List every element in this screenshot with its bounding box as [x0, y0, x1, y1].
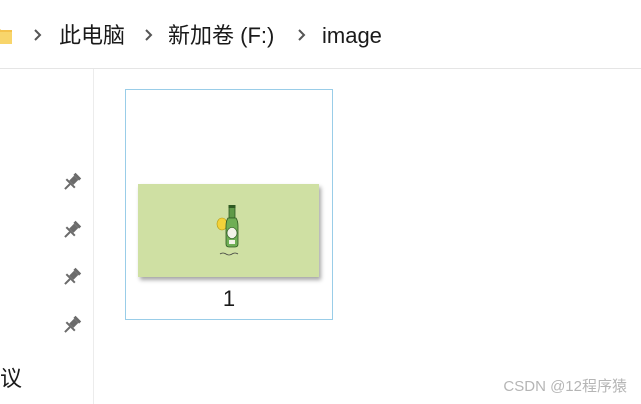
- pin-icon[interactable]: [60, 313, 84, 337]
- navigation-pane[interactable]: 议: [0, 69, 94, 404]
- pin-icon[interactable]: [60, 265, 84, 289]
- file-list[interactable]: 1: [94, 69, 641, 404]
- address-bar[interactable]: 此电脑 新加卷 (F:) image: [0, 0, 641, 69]
- bottle-illustration: [216, 205, 239, 256]
- file-name[interactable]: 1: [126, 286, 332, 312]
- breadcrumb-image[interactable]: image: [322, 22, 382, 50]
- chevron-right-icon[interactable]: [297, 28, 307, 42]
- file-item[interactable]: 1: [125, 89, 333, 320]
- breadcrumb-this-pc[interactable]: 此电脑: [59, 22, 125, 50]
- folder-icon: [0, 29, 12, 44]
- pin-icon[interactable]: [60, 218, 84, 242]
- nav-item-label[interactable]: 议: [0, 361, 22, 393]
- breadcrumb-drive-f[interactable]: 新加卷 (F:): [168, 22, 274, 50]
- image-thumbnail: [138, 184, 319, 277]
- watermark: CSDN @12程序猿: [503, 378, 627, 395]
- chevron-right-icon[interactable]: [144, 28, 154, 42]
- pin-icon[interactable]: [60, 170, 84, 194]
- chevron-right-icon[interactable]: [33, 28, 43, 42]
